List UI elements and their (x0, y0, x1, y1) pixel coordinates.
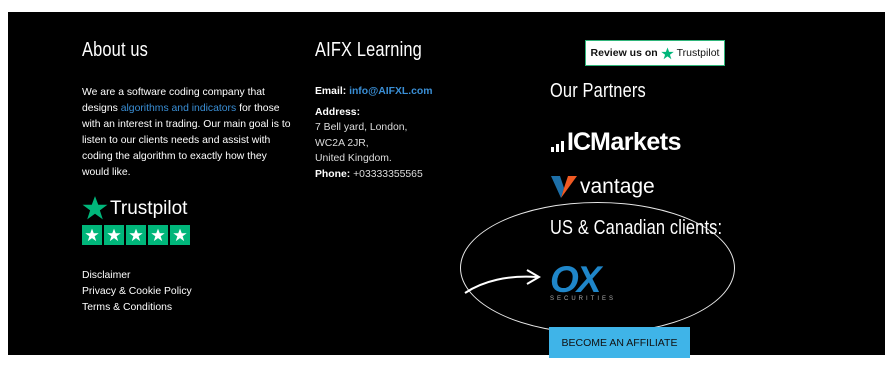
icmarkets-ic: IC (567, 128, 591, 156)
rating-star-icon (104, 225, 124, 245)
rating-star-icon (126, 225, 146, 245)
rating-star-icon (170, 225, 190, 245)
about-text-end: for those with an interest in trading. O… (82, 103, 291, 178)
trustpilot-logo[interactable]: Trustpilot (82, 195, 187, 226)
email-label: Email: (315, 86, 347, 97)
footer-panel: About us We are a software coding compan… (8, 12, 885, 358)
about-description: We are a software coding company that de… (82, 85, 294, 181)
ox-logo-subtitle: SECURITIES (550, 296, 617, 302)
trustpilot-label: Trustpilot (110, 198, 188, 219)
privacy-policy-link[interactable]: Privacy & Cookie Policy (82, 284, 192, 300)
review-trustpilot-button[interactable]: Review us on Trustpilot (585, 40, 725, 66)
trustpilot-star-icon (82, 196, 108, 220)
disclaimer-link[interactable]: Disclaimer (82, 268, 192, 284)
email-link[interactable]: info@AIFXL.com (349, 86, 432, 97)
address-line: WC2A 2JR, (315, 137, 369, 149)
contact-info: Email: info@AIFXL.com Address: 7 Bell ya… (315, 84, 433, 182)
learning-heading: AIFX Learning (315, 39, 422, 61)
become-affiliate-button[interactable]: BECOME AN AFFILIATE (549, 327, 690, 358)
about-heading: About us (82, 39, 149, 61)
vantage-v-icon (551, 176, 577, 198)
address-line: United Kingdom. (315, 153, 392, 164)
rating-star-icon (82, 225, 102, 245)
terms-link[interactable]: Terms & Conditions (82, 300, 192, 316)
rating-star-icon (148, 225, 168, 245)
address-label: Address: (315, 106, 361, 118)
algorithms-link[interactable]: algorithms and indicators (121, 103, 237, 114)
ox-logo-text: OX (550, 259, 601, 300)
phone-number[interactable]: +03333355565 (353, 169, 423, 180)
legal-links: Disclaimer Privacy & Cookie Policy Terms… (82, 268, 192, 316)
partners-heading: Our Partners (550, 80, 646, 102)
ox-securities-logo[interactable]: OX SECURITIES (550, 259, 617, 302)
arrow-icon (464, 269, 541, 294)
review-brand: Trustpilot (676, 47, 720, 59)
icmarkets-markets: Markets (590, 128, 682, 156)
icmarkets-bars-icon (551, 141, 564, 152)
trustpilot-star-icon (660, 47, 674, 59)
vantage-word: vantage (580, 175, 655, 198)
vantage-logo[interactable]: vantage (551, 175, 655, 199)
address-line: 7 Bell yard, London, (315, 122, 408, 133)
review-prefix: Review us on (590, 47, 658, 59)
icmarkets-logo[interactable]: IC Markets (551, 128, 682, 157)
phone-label: Phone: (315, 168, 351, 180)
trustpilot-rating (82, 225, 190, 245)
